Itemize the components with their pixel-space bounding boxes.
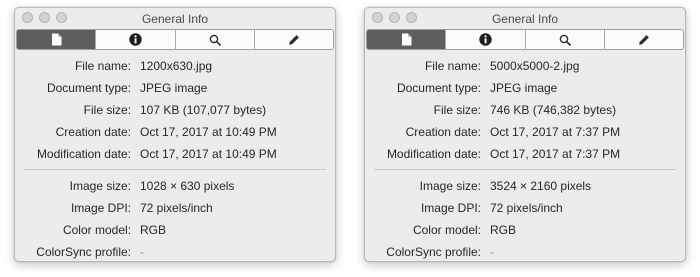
document-icon xyxy=(401,33,412,46)
pencil-icon xyxy=(288,34,300,46)
info-icon xyxy=(479,33,492,46)
creation-date-value: Oct 17, 2017 at 10:49 PM xyxy=(140,125,277,139)
document-type-value: JPEG image xyxy=(490,81,558,95)
section-divider xyxy=(374,169,676,170)
inspector-toolbar xyxy=(366,29,684,50)
modification-date-label: Modification date: xyxy=(36,147,131,161)
document-type-label: Document type: xyxy=(46,81,131,95)
image-size-label: Image size: xyxy=(419,179,481,193)
tab-annotate[interactable] xyxy=(253,30,333,49)
image-size-label: Image size: xyxy=(69,179,131,193)
modification-date-value: Oct 17, 2017 at 10:49 PM xyxy=(140,147,277,161)
tab-search[interactable] xyxy=(174,30,254,49)
image-dpi-label: Image DPI: xyxy=(70,201,131,215)
creation-date-label: Creation date: xyxy=(405,125,481,139)
colorsync-profile-value: - xyxy=(140,245,144,259)
creation-date-row: Creation date: Oct 17, 2017 at 10:49 PM xyxy=(15,121,335,143)
color-model-label: Color model: xyxy=(62,223,131,237)
image-dpi-label: Image DPI: xyxy=(420,201,481,215)
color-model-row: Color model: RGB xyxy=(15,219,335,241)
image-size-value: 3524 × 2160 pixels xyxy=(490,179,592,193)
image-dpi-row: Image DPI: 72 pixels/inch xyxy=(365,197,685,219)
file-size-label: File size: xyxy=(433,103,481,117)
pencil-icon xyxy=(638,34,650,46)
tab-more-info[interactable] xyxy=(445,30,525,49)
title-bar: General Info xyxy=(365,8,685,29)
colorsync-profile-value: - xyxy=(490,245,494,259)
document-type-row: Document type: JPEG image xyxy=(15,77,335,99)
window-title: General Info xyxy=(491,12,559,26)
document-icon xyxy=(51,33,62,46)
file-size-label: File size: xyxy=(83,103,131,117)
file-size-row: File size: 107 KB (107,077 bytes) xyxy=(15,99,335,121)
document-type-label: Document type: xyxy=(396,81,481,95)
colorsync-profile-row: ColorSync profile: - xyxy=(15,241,335,261)
file-name-value: 5000x5000-2.jpg xyxy=(490,59,580,73)
file-name-value: 1200x630.jpg xyxy=(140,59,213,73)
tab-search[interactable] xyxy=(524,30,604,49)
image-dpi-row: Image DPI: 72 pixels/inch xyxy=(15,197,335,219)
info-panel: File name: 5000x5000-2.jpg Document type… xyxy=(365,55,685,261)
file-name-row: File name: 5000x5000-2.jpg xyxy=(365,55,685,77)
colorsync-profile-label: ColorSync profile: xyxy=(386,245,481,259)
image-dpi-value: 72 pixels/inch xyxy=(490,201,563,215)
file-name-row: File name: 1200x630.jpg xyxy=(15,55,335,77)
info-window-right: General Info File name: 5000x5000-2.jpg xyxy=(364,7,686,262)
section-divider xyxy=(24,169,326,170)
image-size-row: Image size: 1028 × 630 pixels xyxy=(15,175,335,197)
file-size-value: 107 KB (107,077 bytes) xyxy=(140,103,267,117)
file-name-label: File name: xyxy=(74,59,131,73)
color-model-value: RGB xyxy=(490,223,517,237)
modification-date-row: Modification date: Oct 17, 2017 at 7:37 … xyxy=(365,143,685,165)
image-size-value: 1028 × 630 pixels xyxy=(140,179,235,193)
creation-date-value: Oct 17, 2017 at 7:37 PM xyxy=(490,125,621,139)
modification-date-label: Modification date: xyxy=(386,147,481,161)
colorsync-profile-label: ColorSync profile: xyxy=(36,245,131,259)
window-title: General Info xyxy=(141,12,209,26)
creation-date-row: Creation date: Oct 17, 2017 at 7:37 PM xyxy=(365,121,685,143)
color-model-value: RGB xyxy=(140,223,167,237)
document-type-row: Document type: JPEG image xyxy=(365,77,685,99)
tab-general-info[interactable] xyxy=(367,30,446,49)
info-window-left: General Info File name: 1200x630.jpg Doc… xyxy=(14,7,336,262)
document-type-value: JPEG image xyxy=(140,81,208,95)
search-icon xyxy=(559,34,571,46)
tab-more-info[interactable] xyxy=(95,30,175,49)
file-name-label: File name: xyxy=(424,59,481,73)
color-model-label: Color model: xyxy=(412,223,481,237)
title-bar: General Info xyxy=(15,8,335,29)
modification-date-row: Modification date: Oct 17, 2017 at 10:49… xyxy=(15,143,335,165)
file-size-row: File size: 746 KB (746,382 bytes) xyxy=(365,99,685,121)
creation-date-label: Creation date: xyxy=(55,125,131,139)
colorsync-profile-row: ColorSync profile: - xyxy=(365,241,685,261)
search-icon xyxy=(209,34,221,46)
modification-date-value: Oct 17, 2017 at 7:37 PM xyxy=(490,147,621,161)
file-size-value: 746 KB (746,382 bytes) xyxy=(490,103,617,117)
inspector-toolbar xyxy=(16,29,334,50)
color-model-row: Color model: RGB xyxy=(365,219,685,241)
image-size-row: Image size: 3524 × 2160 pixels xyxy=(365,175,685,197)
image-dpi-value: 72 pixels/inch xyxy=(140,201,213,215)
tab-general-info[interactable] xyxy=(17,30,96,49)
info-icon xyxy=(129,33,142,46)
tab-annotate[interactable] xyxy=(603,30,683,49)
info-panel: File name: 1200x630.jpg Document type: J… xyxy=(15,55,335,261)
